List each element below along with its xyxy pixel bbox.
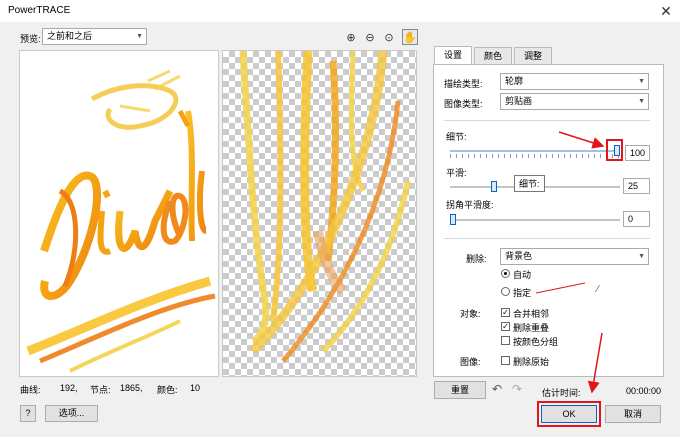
annotation-arrows bbox=[535, 131, 605, 394]
annotation-arrow bbox=[587, 332, 603, 394]
annotation-arrow bbox=[558, 131, 605, 149]
annotation-line bbox=[535, 282, 586, 294]
